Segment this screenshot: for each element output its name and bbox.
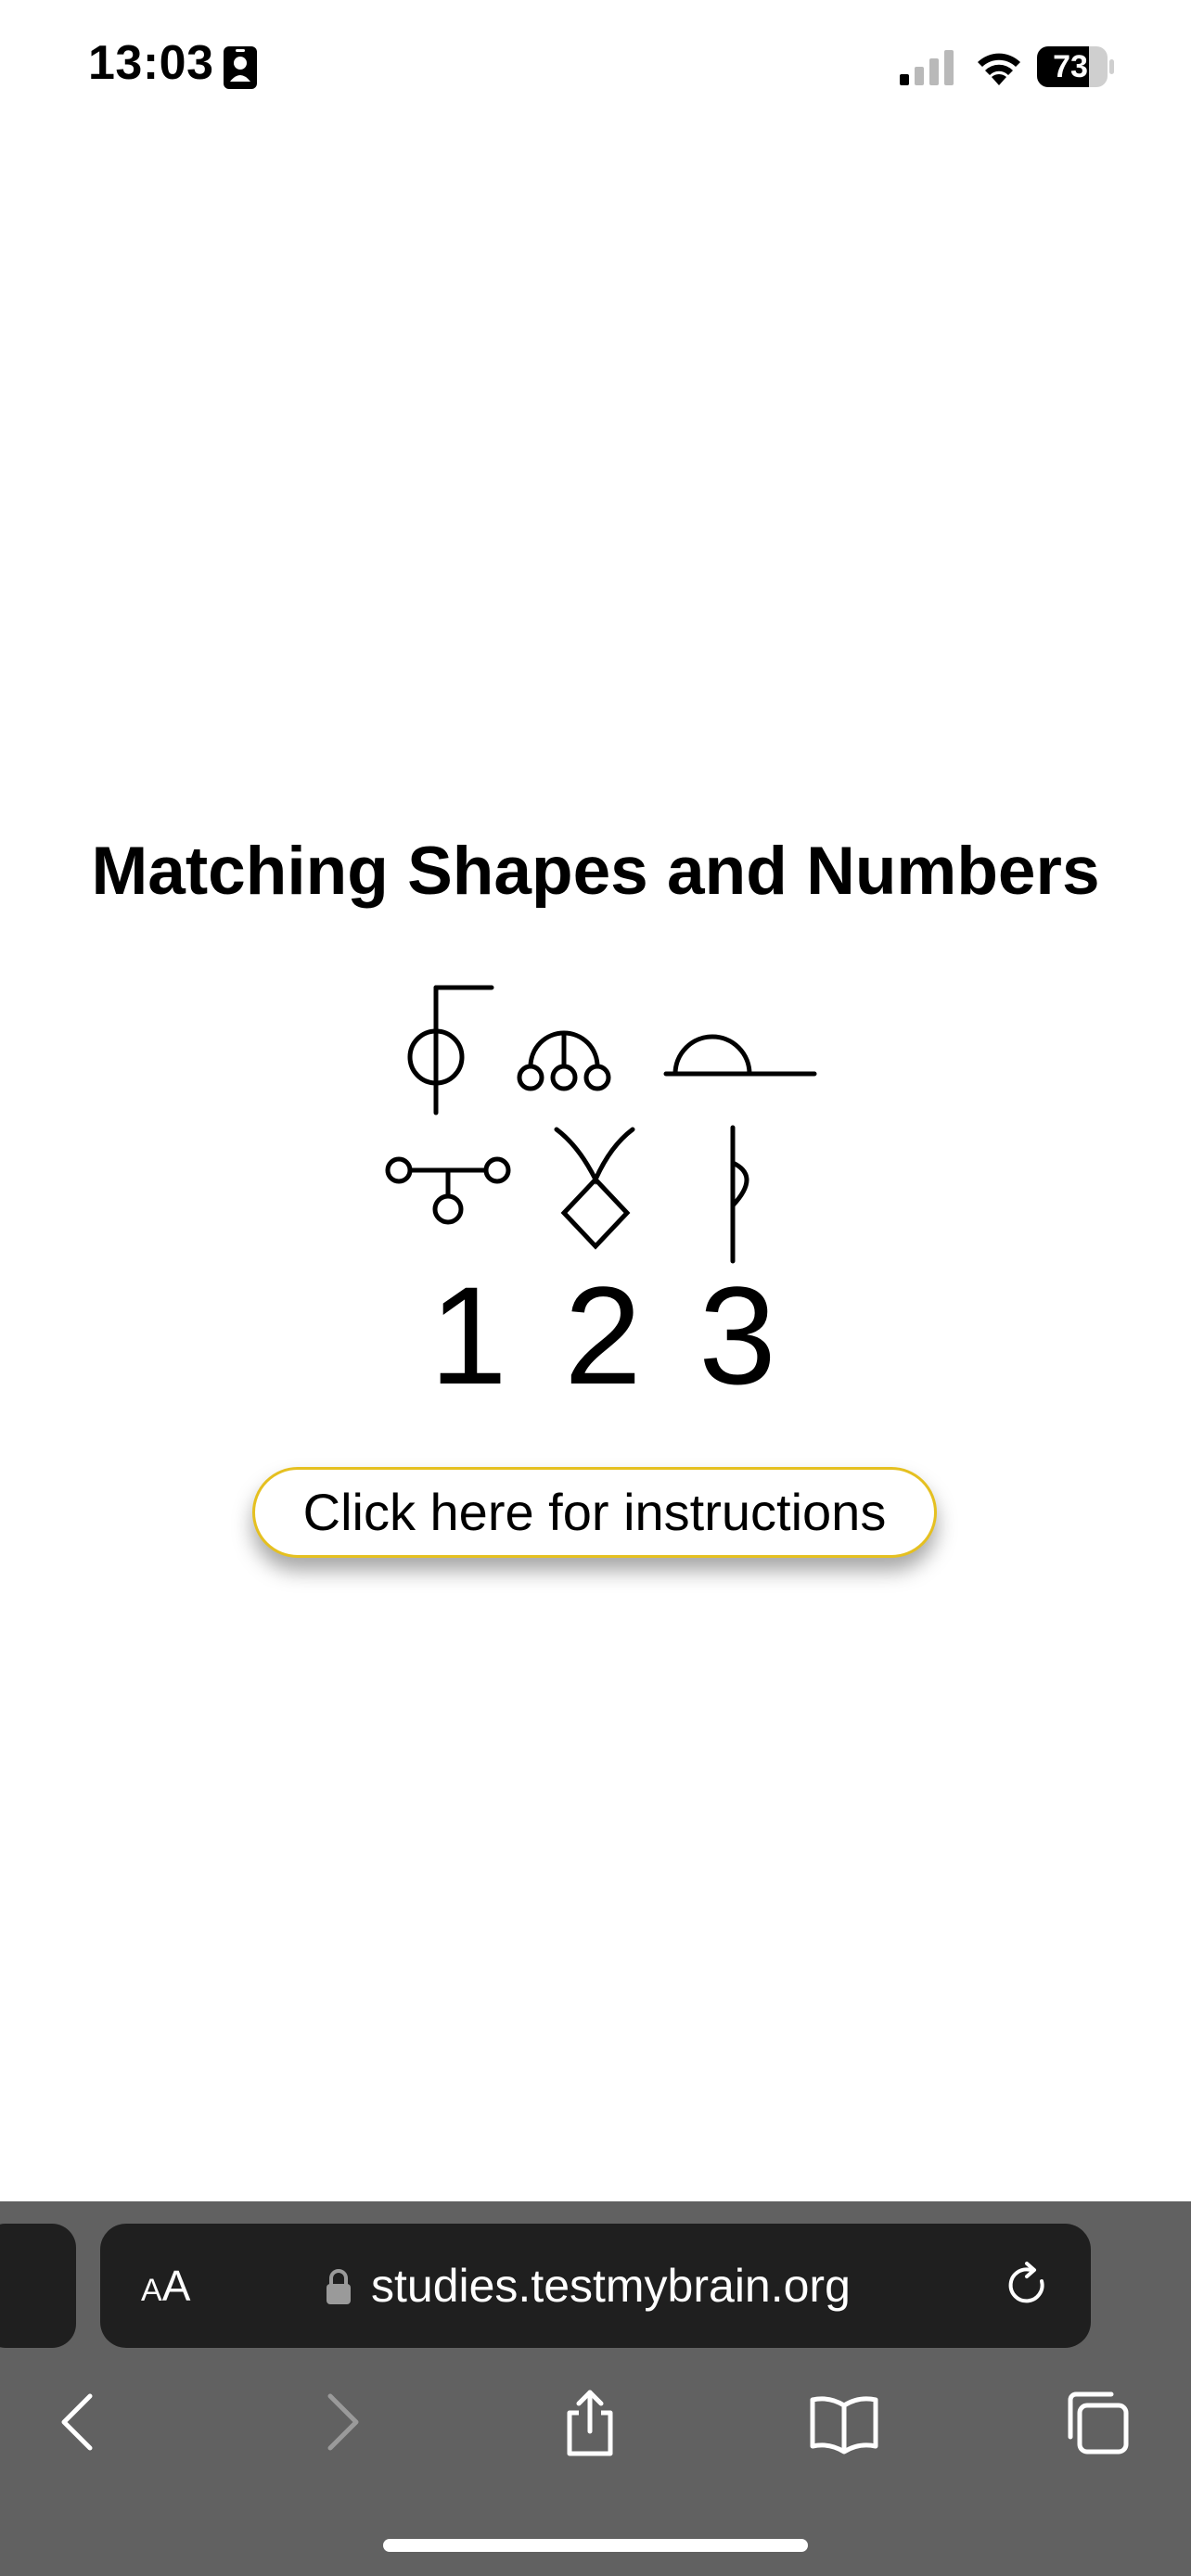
wifi-icon xyxy=(978,53,1020,85)
symbol-dome xyxy=(663,1034,817,1077)
symbol-arch-circles xyxy=(517,1030,611,1091)
lock-icon xyxy=(327,2269,351,2304)
cellular-signal-icon xyxy=(900,50,954,85)
url-text: studies.testmybrain.org xyxy=(371,2260,851,2312)
reload-icon[interactable] xyxy=(1003,2261,1053,2311)
instructions-button[interactable]: Click here for instructions xyxy=(252,1467,937,1558)
number-3: 3 xyxy=(698,1257,776,1413)
tabs-icon[interactable] xyxy=(1059,2385,1133,2459)
forward-icon[interactable] xyxy=(302,2385,377,2459)
symbol-shapes xyxy=(385,985,817,1264)
status-time: 13:03 xyxy=(88,36,214,90)
symbol-flag-line xyxy=(730,1125,749,1264)
number-2: 2 xyxy=(564,1257,642,1413)
symbol-horned-diamond xyxy=(554,1127,635,1250)
number-1: 1 xyxy=(429,1257,507,1413)
status-bar: 13:03 73 xyxy=(0,0,1191,139)
back-icon[interactable] xyxy=(44,2385,118,2459)
text-size-button[interactable]: AA xyxy=(141,2261,190,2315)
numbers-row: 1 2 3 xyxy=(417,1266,788,1405)
home-indicator[interactable] xyxy=(383,2539,808,2552)
address-bar[interactable]: AA studies.testmybrain.org xyxy=(100,2224,1091,2348)
page-title: Matching Shapes and Numbers xyxy=(91,834,1100,909)
bookmarks-icon[interactable] xyxy=(807,2385,881,2459)
symbol-phi-flag xyxy=(407,985,494,1116)
battery-level: 73 xyxy=(1053,49,1088,84)
browser-toolbar: AA studies.testmybrain.org xyxy=(0,2201,1191,2576)
id-card-icon xyxy=(224,46,257,89)
previous-tab-preview[interactable] xyxy=(0,2224,76,2348)
share-icon[interactable] xyxy=(553,2385,627,2459)
symbol-cross-circles xyxy=(385,1156,511,1225)
